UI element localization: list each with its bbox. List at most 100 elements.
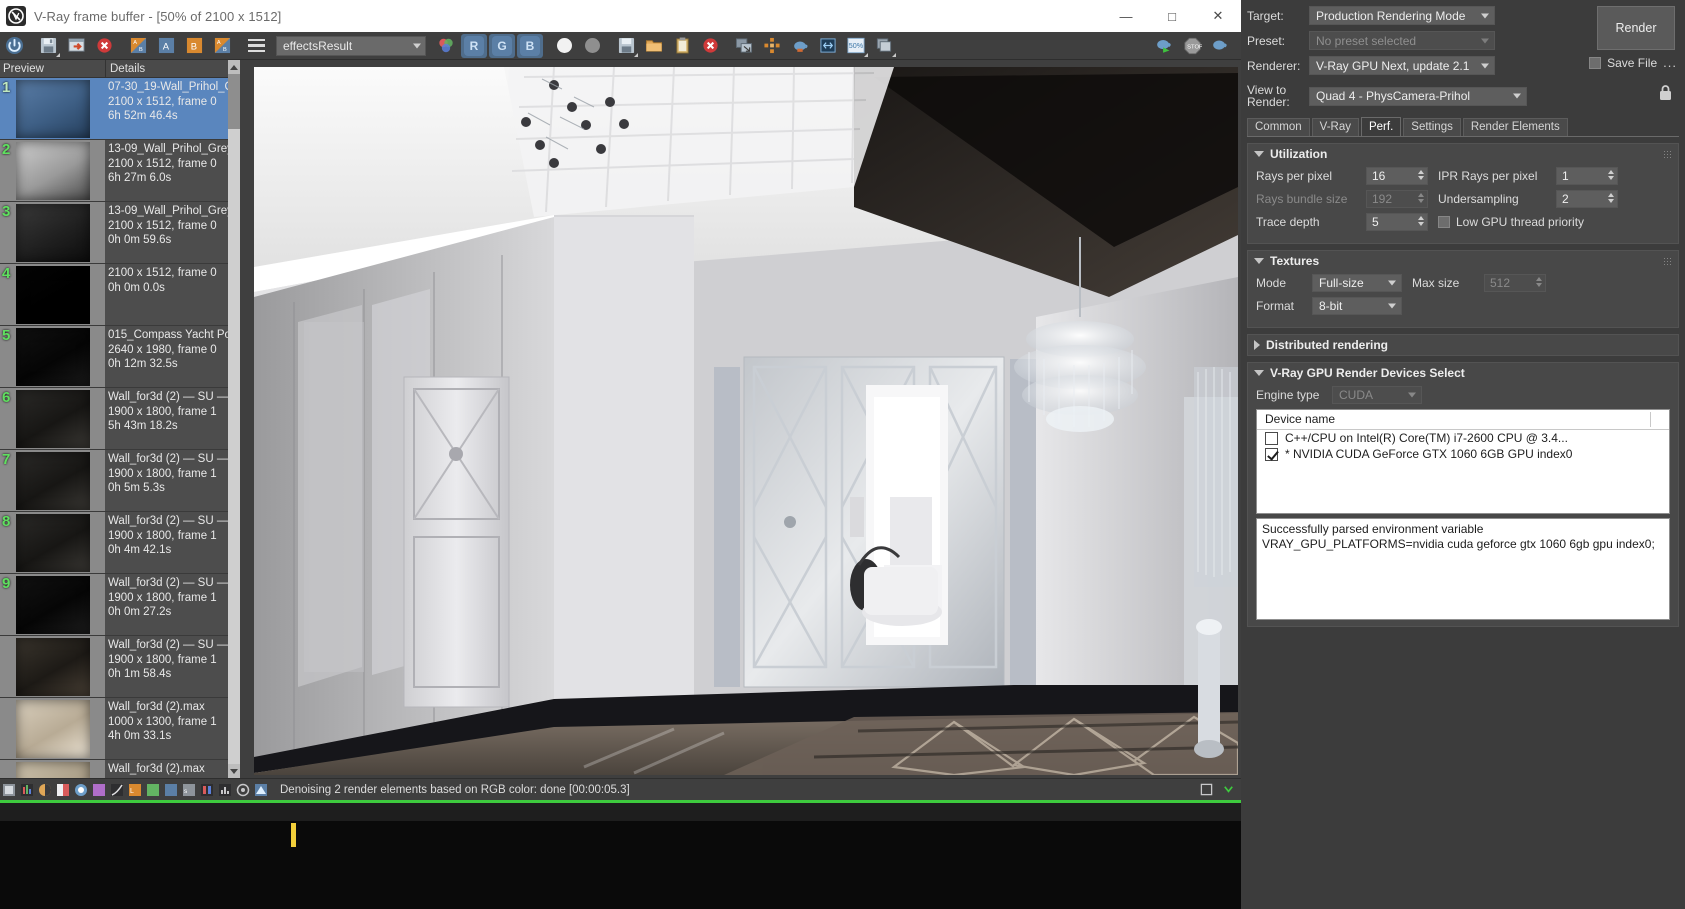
color-corrections-icon[interactable] [37, 782, 53, 798]
tab-settings[interactable]: Settings [1403, 118, 1461, 136]
region-render-icon[interactable] [759, 34, 785, 58]
history-thumbnail-cell[interactable] [0, 698, 105, 759]
force-color-clamp-icon[interactable] [199, 782, 215, 798]
render-button[interactable]: Render [1597, 6, 1675, 50]
engine-type-select[interactable]: CUDA [1332, 386, 1422, 404]
rays-per-pixel-input[interactable]: 16 [1366, 167, 1428, 185]
stereo-icon[interactable] [815, 34, 841, 58]
render-teapot-play-icon[interactable] [1151, 34, 1177, 58]
pixel-info-icon[interactable] [1, 782, 17, 798]
spinner-arrows-icon[interactable] [1418, 216, 1424, 226]
target-select[interactable]: Production Rendering Mode [1309, 6, 1495, 25]
rays-bundle-size-input[interactable]: 192 [1366, 190, 1428, 208]
timeline-marker[interactable] [291, 823, 296, 847]
alpha-grey-icon[interactable] [579, 34, 605, 58]
spinner-arrows-icon[interactable] [1608, 193, 1614, 203]
preset-select[interactable]: No preset selected [1309, 31, 1495, 50]
clear-image-icon[interactable] [91, 34, 117, 58]
lens-effects-icon[interactable] [235, 782, 251, 798]
save-as-icon[interactable] [63, 34, 89, 58]
minimize-button[interactable]: — [1103, 0, 1149, 32]
device-checkbox[interactable] [1265, 447, 1278, 461]
scroll-down-icon[interactable] [228, 764, 240, 778]
history-thumbnail-cell[interactable]: 5 [0, 326, 105, 387]
tab-common[interactable]: Common [1247, 118, 1310, 136]
trace-depth-input[interactable]: 5 [1366, 213, 1428, 231]
hue-saturation-icon[interactable] [91, 782, 107, 798]
teapot-mat-icon[interactable] [787, 34, 813, 58]
save-file-browse-button[interactable]: ... [1663, 55, 1677, 70]
history-row[interactable]: 6 Wall_for3d (2) — SU — ref1900 x 1800, f… [0, 388, 228, 450]
history-row[interactable]: 7 Wall_for3d (2) — SU — ref1900 x 1800, f… [0, 450, 228, 512]
history-row[interactable]: 8 Wall_for3d (2) — SU — ref1900 x 1800, f… [0, 512, 228, 574]
device-row[interactable]: * NVIDIA CUDA GeForce GTX 1060 6GB GPU i… [1257, 446, 1669, 462]
history-row[interactable]: 4 2100 x 1512, frame 0 0h 0m 0.0s [0, 264, 228, 326]
history-thumbnail-cell[interactable]: 6 [0, 388, 105, 449]
gpu-devices-header[interactable]: V-Ray GPU Render Devices Select [1248, 363, 1678, 383]
rgb-levels-icon[interactable] [19, 782, 35, 798]
stop-render-icon[interactable]: STOP [1179, 34, 1205, 58]
history-row[interactable]: 5 015_Compass Yacht Pool_2640 x 1980, fra… [0, 326, 228, 388]
green-channel-toggle[interactable]: G [489, 33, 515, 58]
maximize-button[interactable]: □ [1149, 0, 1195, 32]
spinner-arrows-icon[interactable] [1418, 193, 1424, 203]
render-teapot-icon[interactable] [1207, 34, 1233, 58]
low-gpu-thread-priority-checkbox[interactable] [1438, 216, 1450, 228]
history-row[interactable]: 2 13-09_Wall_Prihol_Grey.m2100 x 1512, fr… [0, 140, 228, 202]
history-thumbnail-cell[interactable] [0, 760, 105, 778]
icc-icon[interactable] [145, 782, 161, 798]
image-fit-icon[interactable] [1198, 782, 1214, 798]
history-thumbnail-cell[interactable]: 9 [0, 574, 105, 635]
history-scrollbar[interactable] [228, 60, 240, 778]
render-setup-tabs[interactable]: Common V-Ray Perf. Settings Render Elements [1247, 117, 1685, 136]
open-folder-icon[interactable] [641, 34, 667, 58]
save-floppy-icon[interactable] [613, 34, 639, 58]
save-file-checkbox[interactable] [1589, 56, 1602, 69]
close-button[interactable]: ✕ [1195, 0, 1241, 32]
lut-icon[interactable]: L [127, 782, 143, 798]
history-thumbnail-cell[interactable]: 7 [0, 450, 105, 511]
histogram-icon[interactable] [217, 782, 233, 798]
lock-icon[interactable] [1658, 84, 1673, 104]
a-channel-icon[interactable]: A [153, 34, 179, 58]
distributed-rendering-header[interactable]: Distributed rendering [1248, 335, 1678, 355]
history-thumbnail-cell[interactable]: 3 [0, 202, 105, 263]
expand-panel-icon[interactable] [1220, 782, 1236, 798]
render-canvas-area[interactable] [240, 60, 1241, 778]
ab-split-icon[interactable]: AB [209, 34, 235, 58]
ab-compare-icon[interactable]: AB [125, 34, 151, 58]
history-thumbnail-cell[interactable] [0, 636, 105, 697]
device-checkbox[interactable] [1265, 431, 1278, 445]
history-thumbnail-cell[interactable]: 4 [0, 264, 105, 325]
history-list[interactable]: 1 07-30_19-Wall_Prihol_Grey2100 x 1512, f… [0, 78, 228, 778]
history-row[interactable]: Wall_for3d (2).max 1000 x 1300, frame 1 4h… [0, 698, 228, 760]
history-thumbnail-cell[interactable]: 1 [0, 78, 105, 139]
layers-icon[interactable] [871, 34, 897, 58]
history-row[interactable]: 1 07-30_19-Wall_Prihol_Grey2100 x 1512, f… [0, 78, 228, 140]
save-icon[interactable] [35, 34, 61, 58]
scroll-up-icon[interactable] [228, 60, 240, 74]
history-row[interactable]: 3 13-09_Wall_Prihol_Grey.m2100 x 1512, fr… [0, 202, 228, 264]
blue-channel-toggle[interactable]: B [517, 33, 543, 58]
device-list[interactable]: Device name C++/CPU on Intel(R) Core(TM)… [1256, 409, 1670, 514]
color-wheel-icon[interactable] [433, 34, 459, 58]
textures-header[interactable]: Textures [1248, 251, 1678, 271]
red-channel-toggle[interactable]: R [461, 33, 487, 58]
channel-select[interactable]: effectsResult [276, 35, 426, 56]
history-thumbnail-cell[interactable]: 8 [0, 512, 105, 573]
history-thumbnail-cell[interactable]: 2 [0, 140, 105, 201]
rendered-image[interactable] [254, 67, 1238, 775]
menu-hamburger-icon[interactable] [243, 34, 269, 58]
stop-red-icon[interactable] [697, 34, 723, 58]
clipboard-icon[interactable] [669, 34, 695, 58]
texture-mode-select[interactable]: Full-size [1312, 274, 1402, 292]
exposure-icon[interactable] [55, 782, 71, 798]
power-toggle-icon[interactable] [1, 34, 27, 58]
scrollbar-thumb[interactable] [228, 74, 240, 129]
srgb-icon[interactable]: s [181, 782, 197, 798]
renderer-select[interactable]: V-Ray GPU Next, update 2.1 [1309, 56, 1495, 75]
curve-icon[interactable] [109, 782, 125, 798]
denoiser-icon[interactable] [253, 782, 269, 798]
b-channel-icon[interactable]: B [181, 34, 207, 58]
device-row[interactable]: C++/CPU on Intel(R) Core(TM) i7-2600 CPU… [1257, 430, 1669, 446]
